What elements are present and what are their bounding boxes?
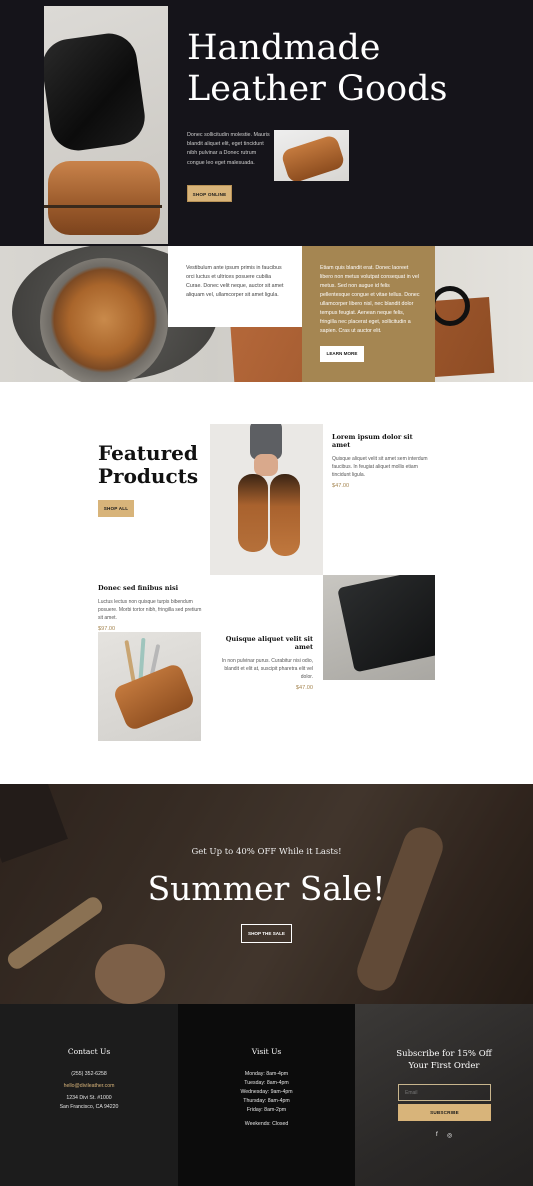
featured-title-line2: Products [98, 464, 199, 488]
contact-address-line1: 1234 Divi St. #1000 [66, 1095, 112, 1101]
hero-title-line1: Handmade [187, 28, 381, 68]
contact-heading: Contact Us [67, 1047, 111, 1056]
info-card-gold: Etiam quis blandit erat. Donec laoreet l… [302, 246, 435, 382]
product-description: Luctus lectus non quisque turpis bibendu… [98, 599, 202, 621]
glasses-image [430, 286, 470, 326]
hours-line: Tuesday: 8am-4pm [244, 1080, 289, 1086]
zipper-shape [44, 205, 162, 208]
email-input[interactable] [398, 1084, 491, 1101]
info-card-white: Vestibulum ante ipsum primis in faucibus… [168, 246, 302, 327]
contact-phone[interactable]: (255) 352-6258 [0, 1070, 178, 1079]
coffee-cup-image [40, 258, 168, 382]
hours-line: Thursday: 8am-4pm [243, 1098, 290, 1104]
shop-online-button[interactable]: SHOP ONLINE [187, 185, 232, 202]
brown-pouch-shape [48, 161, 160, 235]
hours-line: Friday: 8am-2pm [246, 1107, 287, 1113]
product-name[interactable]: Donec sed finibus nisi [98, 584, 203, 592]
pencil-case-shape [112, 662, 196, 732]
learn-more-button[interactable]: LEARN MORE [320, 346, 364, 362]
info-card-gold-text: Etiam quis blandit erat. Donec laoreet l… [320, 265, 420, 334]
leather-pouches-image [44, 6, 168, 244]
hours-line: Wednesday: 9am-4pm [240, 1089, 293, 1095]
shoe-right-shape [270, 474, 300, 556]
hand-shape [254, 454, 278, 476]
featured-products-title: Featured Products [98, 442, 198, 488]
hero-title: Handmade Leather Goods [187, 28, 487, 110]
product-card: Donec sed finibus nisi Luctus lectus non… [98, 584, 203, 632]
instagram-icon[interactable]: ◎ [447, 1132, 452, 1139]
product-card: Lorem ipsum dolor sit amet Quisque aliqu… [332, 433, 432, 489]
shop-the-sale-button[interactable]: SHOP THE SALE [241, 924, 292, 943]
weekend-hours: Weekends: Closed [244, 1121, 289, 1127]
product-description: Quisque aliquet velit sit amet sem inter… [332, 456, 428, 478]
sale-title: Summer Sale! [147, 869, 386, 908]
subscribe-heading-line1: Subscribe for 15% Off [396, 1049, 492, 1059]
hero-section: Handmade Leather Goods Donec sollicitudi… [0, 0, 533, 246]
wallet-product-image[interactable] [323, 575, 435, 680]
subscribe-button[interactable]: SUBSCRIBE [398, 1104, 491, 1121]
info-card-white-text: Vestibulum ante ipsum primis in faucibus… [186, 265, 284, 298]
visit-heading: Visit Us [251, 1047, 282, 1056]
wallet-shape [337, 575, 435, 673]
footer-visit: Visit Us Monday: 8am-4pm Tuesday: 8am-4p… [178, 1004, 355, 1186]
shoe-left-shape [238, 474, 268, 552]
contact-address-line2: San Francisco, CA 94220 [59, 1104, 119, 1110]
sale-subtitle: Get Up to 40% OFF While it Lasts! [191, 847, 342, 857]
black-pouch-shape [44, 29, 149, 155]
product-name[interactable]: Lorem ipsum dolor sit amet [332, 433, 432, 449]
coffee-band-section: Vestibulum ante ipsum primis in faucibus… [0, 246, 533, 382]
product-price: $47.00 [295, 685, 313, 691]
pencil-case-product-image[interactable] [98, 632, 201, 741]
shop-all-button[interactable]: SHOP ALL [98, 500, 134, 517]
contact-email[interactable]: hello@divileather.com [0, 1082, 178, 1091]
hero-text: Donec sollicitudin molestie. Mauris blan… [187, 132, 270, 166]
product-price: $47.00 [332, 483, 350, 489]
subscribe-heading-line2: Your First Order [408, 1061, 480, 1071]
small-pouch-shape [280, 133, 346, 181]
footer-contact: Contact Us (255) 352-6258 hello@divileat… [0, 1004, 178, 1186]
hero-title-line2: Leather Goods [187, 69, 448, 109]
subscribe-heading: Subscribe for 15% Off Your First Order [355, 1048, 533, 1072]
featured-title-line1: Featured [98, 441, 198, 465]
pencil-shape [124, 639, 136, 683]
hours-line: Monday: 8am-4pm [244, 1071, 289, 1077]
product-description: In non pulvinar purus. Curabitur nisi od… [221, 658, 313, 680]
product-name[interactable]: Quisque aliquet velit sit amet [220, 635, 313, 651]
facebook-icon[interactable]: f [436, 1132, 438, 1138]
small-pouch-image [274, 130, 349, 181]
shoes-product-image[interactable] [210, 424, 323, 575]
product-card: Quisque aliquet velit sit amet In non pu… [220, 635, 313, 691]
pencil-shape [138, 637, 146, 681]
